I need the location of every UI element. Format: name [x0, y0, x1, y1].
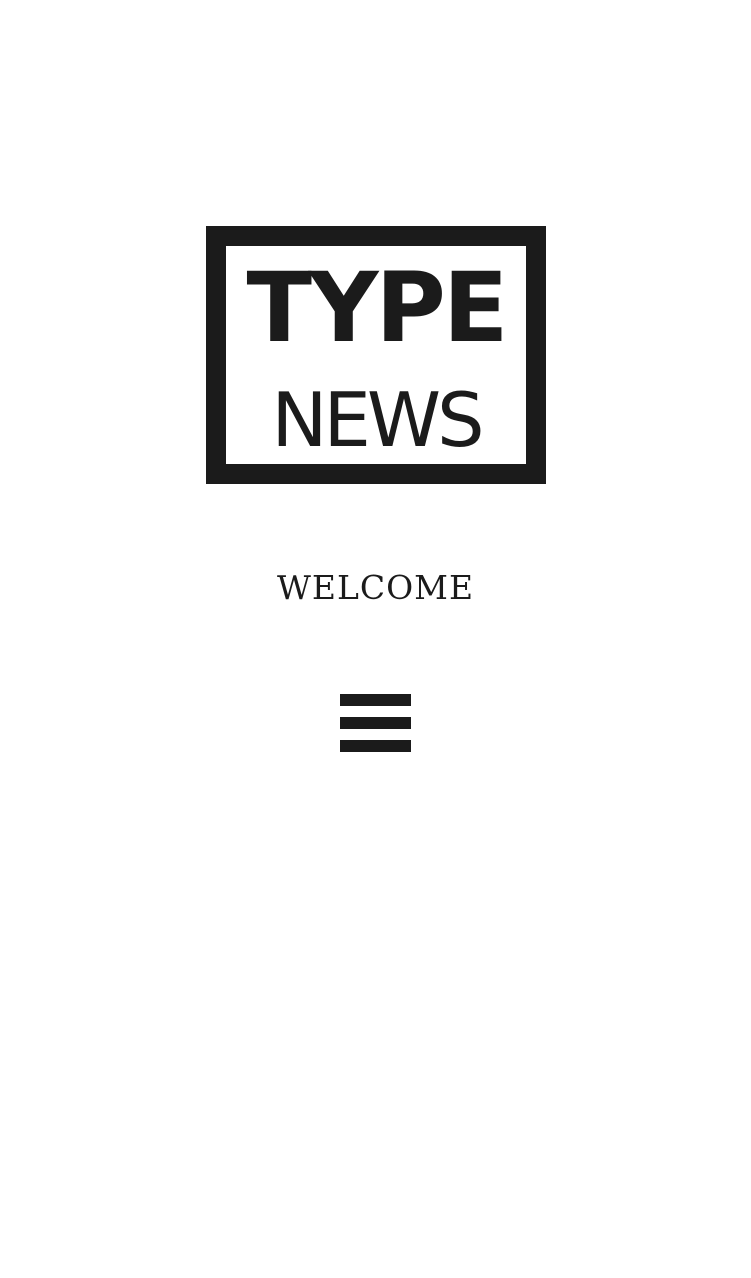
menu-button[interactable] [340, 694, 411, 752]
logo-word-type: TYPE [246, 252, 509, 364]
hamburger-menu-icon-bar [340, 717, 411, 729]
welcome-heading: WELCOME [276, 568, 475, 607]
type-news-logo: TYPE NEWS [206, 226, 546, 484]
hamburger-menu-icon [340, 694, 411, 706]
logo-word-news: NEWS [271, 376, 484, 464]
hamburger-menu-icon-bar [340, 740, 411, 752]
